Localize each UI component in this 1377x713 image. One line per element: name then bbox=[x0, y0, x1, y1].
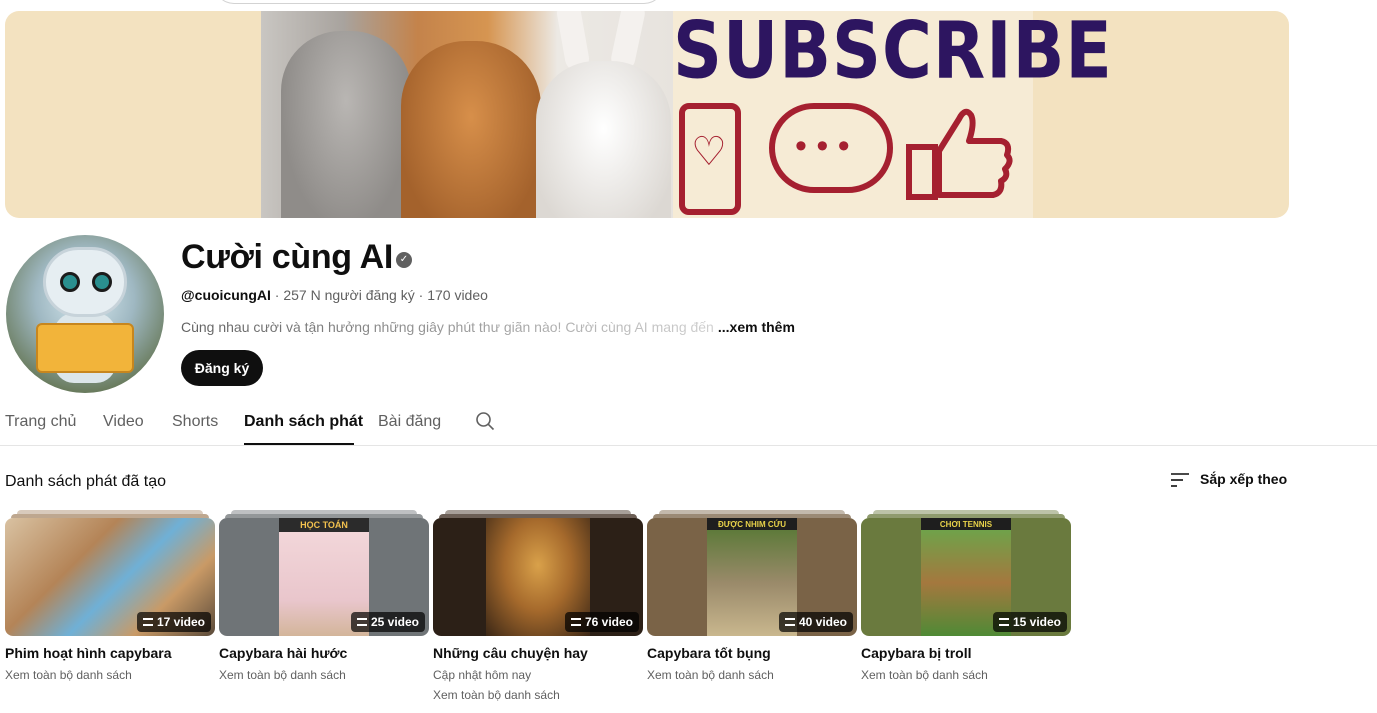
playlist-title[interactable]: Những câu chuyện hay bbox=[433, 645, 588, 661]
meta-separator: · bbox=[418, 287, 424, 303]
video-count-text: 15 video bbox=[1012, 615, 1061, 629]
tab-posts[interactable]: Bài đăng bbox=[378, 413, 441, 431]
channel-name: Cười cùng AI bbox=[181, 238, 394, 276]
playlist-title[interactable]: Capybara tốt bụng bbox=[647, 645, 771, 661]
video-count-text: 76 video bbox=[584, 615, 633, 629]
video-count-text: 17 video bbox=[156, 615, 205, 629]
playlist-thumbnail[interactable]: 17 video bbox=[5, 518, 215, 636]
playlist-icon bbox=[784, 618, 795, 626]
sort-button[interactable]: Sắp xếp theo bbox=[1170, 471, 1287, 488]
subscriber-count: 257 N người đăng ký bbox=[283, 287, 415, 303]
tabs-divider bbox=[0, 445, 1377, 446]
video-count-text: 40 video bbox=[798, 615, 847, 629]
phone-heart-icon bbox=[679, 103, 741, 215]
cat-figure bbox=[281, 31, 411, 218]
banner-subscribe-text: SUBSCRIBE bbox=[673, 11, 1113, 98]
meta-separator: · bbox=[274, 287, 280, 303]
robot-eye bbox=[60, 272, 80, 292]
video-count-badge: 40 video bbox=[778, 612, 853, 632]
channel-avatar[interactable] bbox=[6, 235, 164, 393]
playlist-icon bbox=[998, 618, 1009, 626]
channel-meta: @cuoicungAI · 257 N người đăng ký · 170 … bbox=[181, 287, 488, 303]
video-count-text: 25 video bbox=[370, 615, 419, 629]
playlist-thumbnail[interactable]: 76 video bbox=[433, 518, 643, 636]
channel-description[interactable]: Cùng nhau cười và tận hưởng những giây p… bbox=[181, 319, 795, 335]
verified-check-icon: ✓ bbox=[396, 252, 412, 268]
view-full-playlist-link[interactable]: Xem toàn bộ danh sách bbox=[433, 688, 560, 702]
playlist-thumbnail[interactable]: CHƠI TENNIS 15 video bbox=[861, 518, 1071, 636]
see-more-link[interactable]: ...xem thêm bbox=[718, 319, 795, 335]
rabbit-figure bbox=[536, 61, 671, 218]
view-full-playlist-link[interactable]: Xem toàn bộ danh sách bbox=[5, 668, 132, 682]
section-title: Danh sách phát đã tạo bbox=[5, 473, 167, 490]
thumbnail-caption: ĐƯỢC NHIM CỨU bbox=[717, 520, 787, 529]
video-count-badge: 25 video bbox=[350, 612, 425, 632]
view-full-playlist-link[interactable]: Xem toàn bộ danh sách bbox=[861, 668, 988, 682]
playlist-icon bbox=[142, 618, 153, 626]
subscribe-button[interactable]: Đăng ký bbox=[181, 350, 263, 386]
robot-head bbox=[43, 247, 127, 317]
channel-handle: @cuoicungAI bbox=[181, 287, 271, 303]
banner-subscribe-panel: SUBSCRIBE bbox=[673, 11, 1113, 218]
video-count: 170 video bbox=[427, 287, 488, 303]
channel-banner: SUBSCRIBE bbox=[5, 11, 1289, 218]
playlist-updated: Cập nhật hôm nay bbox=[433, 668, 532, 682]
robot-eye bbox=[92, 272, 112, 292]
chat-bubble-icon bbox=[769, 103, 893, 193]
playlist-title[interactable]: Phim hoạt hình capybara bbox=[5, 645, 171, 661]
tab-home[interactable]: Trang chủ bbox=[5, 413, 76, 431]
playlist-thumbnail[interactable]: HỌC TOÁN 25 video bbox=[219, 518, 429, 636]
playlist-icon bbox=[570, 618, 581, 626]
playlist-title[interactable]: Capybara hài hước bbox=[219, 645, 347, 661]
view-full-playlist-link[interactable]: Xem toàn bộ danh sách bbox=[219, 668, 346, 682]
playlist-thumbnail[interactable]: ĐƯỢC NHIM CỨU 40 video bbox=[647, 518, 857, 636]
tab-playlists[interactable]: Danh sách phát bbox=[244, 413, 363, 431]
view-full-playlist-link[interactable]: Xem toàn bộ danh sách bbox=[647, 668, 774, 682]
sort-icon bbox=[1171, 473, 1189, 488]
search-bar-edge[interactable] bbox=[214, 0, 664, 4]
tab-shorts[interactable]: Shorts bbox=[172, 413, 218, 431]
banner-animals-image bbox=[261, 11, 673, 218]
video-count-badge: 17 video bbox=[136, 612, 211, 632]
robot-book bbox=[36, 323, 134, 373]
tab-videos[interactable]: Video bbox=[103, 413, 144, 431]
sort-label: Sắp xếp theo bbox=[1200, 471, 1288, 487]
video-count-badge: 76 video bbox=[564, 612, 639, 632]
thumbnail-caption: CHƠI TENNIS bbox=[939, 520, 993, 529]
capybara-figure bbox=[401, 41, 541, 218]
thumbnail-caption: HỌC TOÁN bbox=[300, 520, 348, 530]
video-count-badge: 15 video bbox=[992, 612, 1067, 632]
thumbs-up-icon bbox=[903, 101, 1017, 211]
search-icon[interactable] bbox=[475, 411, 495, 431]
playlist-title[interactable]: Capybara bị troll bbox=[861, 645, 971, 661]
description-text: Cùng nhau cười và tận hưởng những giây p… bbox=[181, 319, 714, 335]
playlist-icon bbox=[356, 618, 367, 626]
